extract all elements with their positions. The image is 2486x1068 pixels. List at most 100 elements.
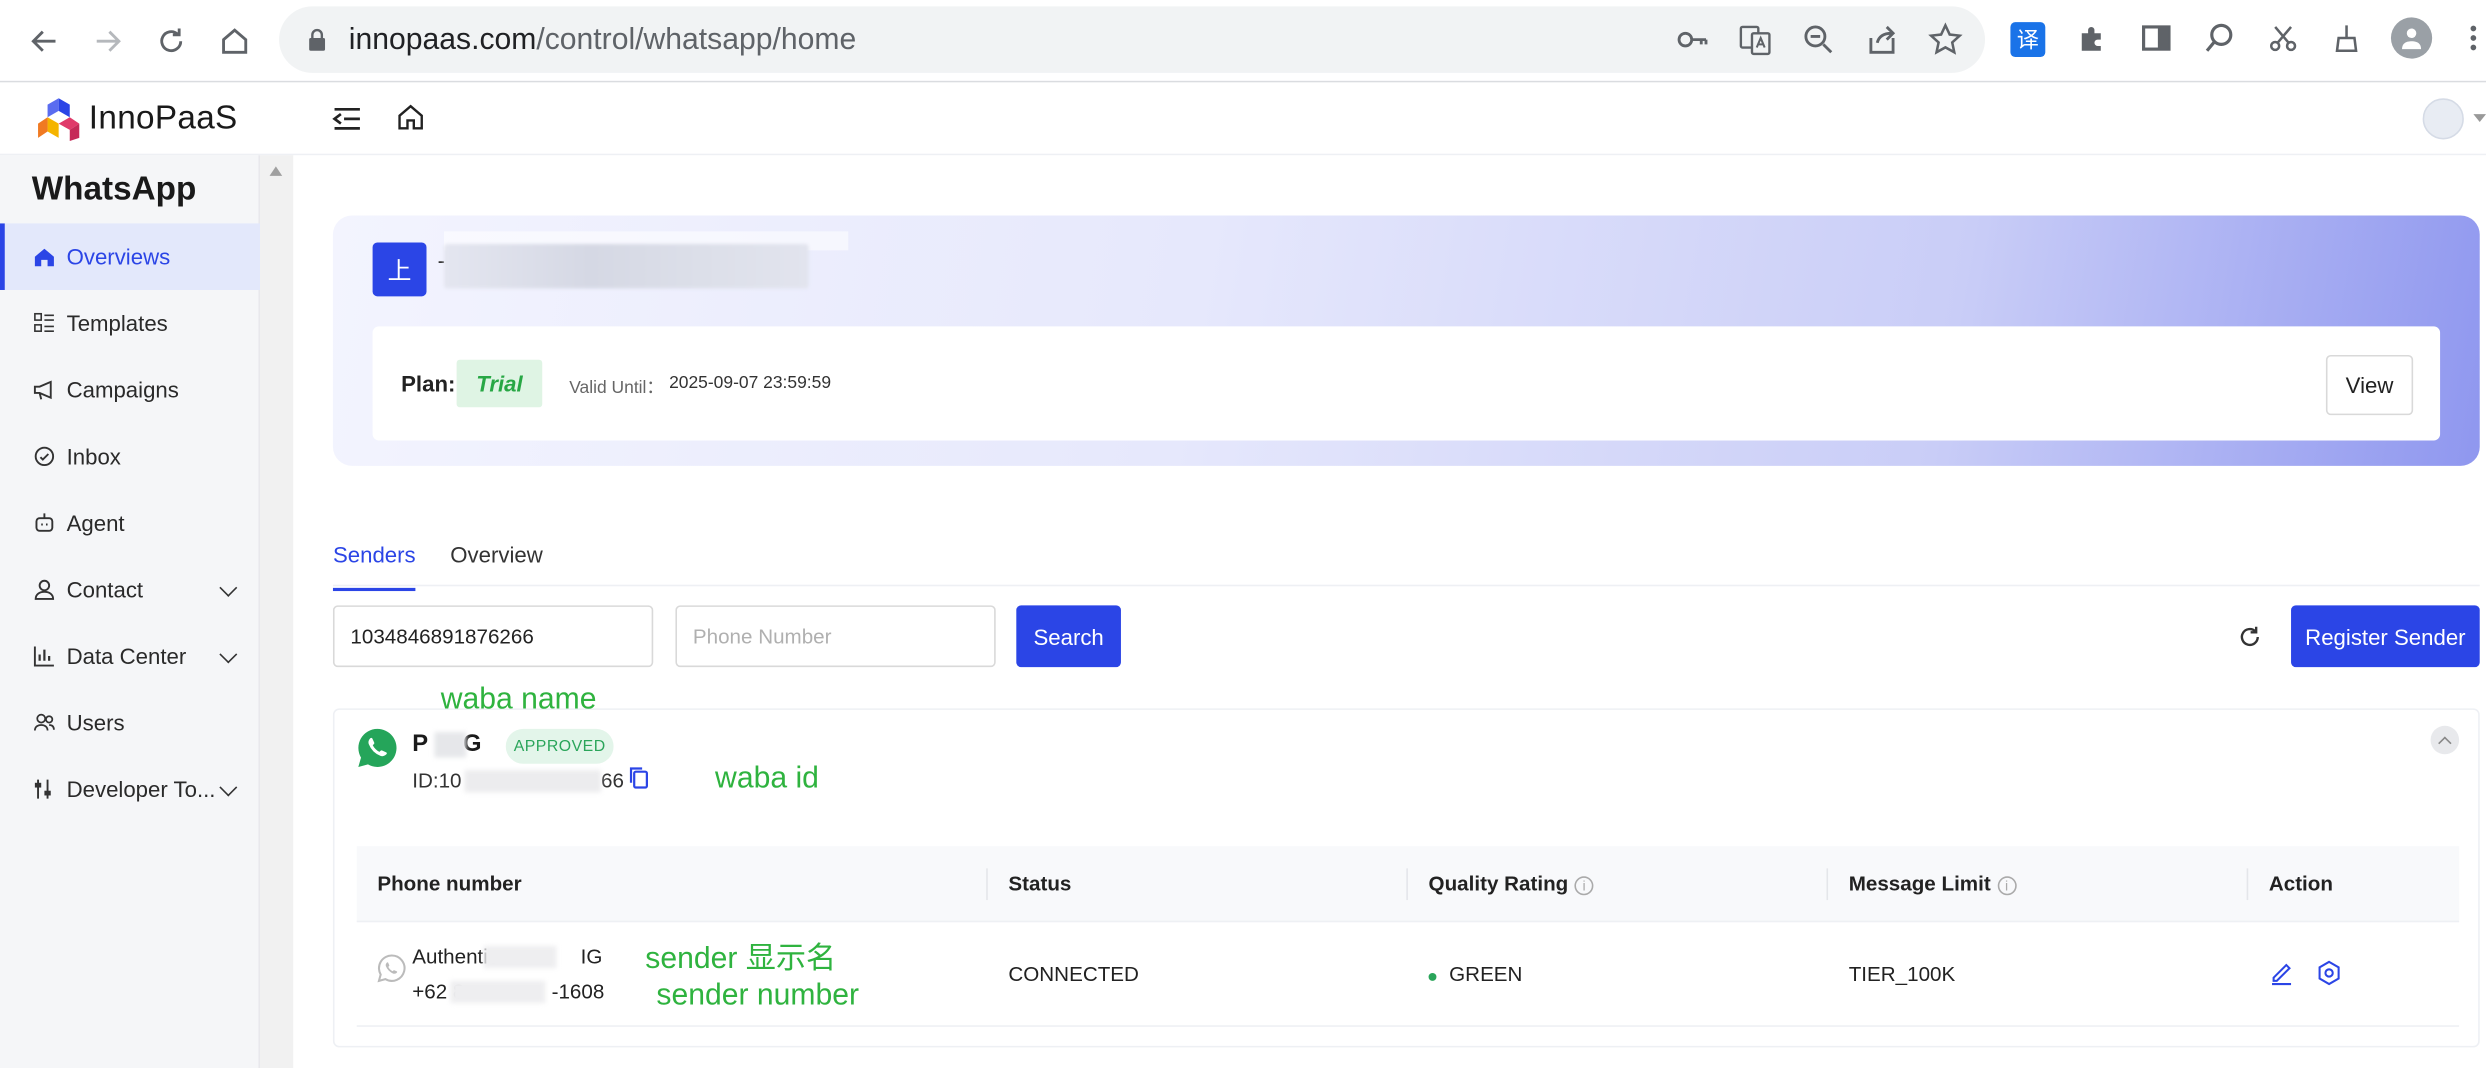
sidebar-item-overviews[interactable]: Overviews	[0, 223, 261, 290]
chevron-down-icon	[219, 778, 238, 797]
screen: innopaas.com/control/whatsapp/home 译 Inn…	[0, 0, 2486, 1068]
avatar[interactable]	[2422, 98, 2464, 140]
view-plan-button[interactable]: View	[2325, 354, 2414, 416]
side-panel-icon[interactable]	[2137, 19, 2175, 57]
sidebar-item-label: Contact	[66, 576, 144, 603]
copy-icon[interactable]	[628, 765, 650, 790]
org-avatar: 上	[372, 242, 427, 297]
collapse-card-button[interactable]	[2430, 725, 2460, 755]
sidebar-item-developer-tools[interactable]: Developer To...	[0, 756, 260, 823]
column-phone-number: Phone number	[377, 871, 522, 896]
logo-text: InnoPaaS	[88, 99, 238, 137]
chevron-down-icon	[219, 645, 238, 664]
translate-page-icon[interactable]	[1738, 22, 1773, 57]
search-button[interactable]: Search	[1016, 605, 1121, 668]
sidebar-item-label: Templates	[66, 310, 168, 336]
sidebar-item-label: Overviews	[66, 244, 171, 270]
share-icon[interactable]	[1865, 22, 1900, 57]
back-icon[interactable]	[19, 16, 70, 67]
sender-status: CONNECTED	[1008, 961, 1139, 986]
senders-table-header: Phone number Status Quality Rating i Mess…	[356, 846, 2460, 923]
sidebar-title: WhatsApp	[31, 171, 197, 208]
scissors-icon[interactable]	[2264, 19, 2302, 57]
extensions-puzzle-icon[interactable]	[2074, 19, 2112, 57]
tab-bar: Senders Overview	[332, 529, 2480, 592]
waba-name-redacted	[434, 732, 467, 758]
sidebar-item-agent[interactable]: Agent	[0, 490, 260, 557]
org-name-redacted	[443, 244, 809, 289]
sidebar-item-users[interactable]: Users	[0, 689, 260, 756]
sender-quality: GREEN	[1449, 961, 1523, 986]
waba-id-input[interactable]	[332, 605, 654, 668]
phone-number-redacted	[450, 980, 546, 1004]
avatar-dropdown-icon[interactable]	[2473, 114, 2486, 123]
menu-kebab-icon[interactable]	[2461, 19, 2486, 57]
search-lens-icon[interactable]	[2201, 19, 2239, 57]
sidebar-item-data-center[interactable]: Data Center	[0, 623, 260, 690]
megaphone-icon	[32, 377, 57, 402]
sidebar-item-inbox[interactable]: Inbox	[0, 423, 260, 490]
sidebar-item-campaigns[interactable]: Campaigns	[0, 357, 260, 424]
column-quality-rating: Quality Rating i	[1429, 872, 1594, 896]
edit-icon[interactable]	[2269, 960, 2294, 986]
annotation-sender-display: sender 显示名	[645, 942, 837, 977]
whatsapp-icon	[355, 726, 399, 770]
annotation-sender-number: sender number	[656, 979, 860, 1013]
zoom-out-icon[interactable]	[1801, 22, 1836, 57]
register-sender-button[interactable]: Register Sender	[2291, 605, 2480, 668]
browser-toolbar: innopaas.com/control/whatsapp/home 译	[0, 0, 2486, 83]
scroll-up-icon[interactable]	[269, 166, 283, 176]
lock-icon	[304, 27, 329, 52]
sidebar-item-label: Users	[66, 709, 125, 736]
refresh-icon[interactable]	[2237, 624, 2262, 649]
sidebar: WhatsApp Overviews Templates Campaigns I…	[0, 155, 261, 1068]
user-icon	[32, 577, 57, 602]
robot-icon	[32, 510, 57, 535]
quality-dot	[1428, 972, 1437, 981]
plan-badge: Trial	[456, 359, 543, 408]
annotation-waba-id: waba id	[715, 762, 819, 796]
sidebar-item-label: Campaigns	[66, 377, 179, 403]
settings-icon[interactable]	[2316, 960, 2341, 986]
tab-overview[interactable]: Overview	[450, 542, 543, 588]
chart-icon	[32, 643, 57, 668]
main-content: 上 - Plan: Trial Valid Until： 2025-09-07 …	[293, 155, 2486, 1068]
sender-message-limit: TIER_100K	[1848, 961, 1956, 986]
sidebar-item-label: Developer To...	[66, 776, 216, 802]
valid-until-value: 2025-09-07 23:59:59	[669, 373, 832, 393]
home-icon[interactable]	[395, 101, 430, 136]
forward-icon[interactable]	[82, 16, 133, 67]
annotation-waba-name: waba name	[440, 682, 597, 717]
status-badge: APPROVED	[505, 728, 614, 764]
profile-icon[interactable]	[2390, 17, 2433, 59]
translate-extension-icon[interactable]: 译	[2010, 22, 2046, 58]
phone-number-input[interactable]	[675, 605, 996, 668]
waba-card: PG APPROVED ID:10 66 Phone number Status …	[332, 708, 2480, 1048]
bookmark-star-icon[interactable]	[1928, 22, 1963, 57]
sidebar-item-contact[interactable]: Contact	[0, 556, 260, 623]
display-name-redacted	[483, 946, 557, 969]
broom-icon[interactable]	[2328, 19, 2366, 57]
home-page-icon[interactable]	[209, 16, 260, 67]
url-text: innopaas.com/control/whatsapp/home	[348, 23, 857, 58]
collapse-menu-icon[interactable]	[330, 101, 365, 136]
info-icon[interactable]: i	[1997, 876, 2017, 896]
plan-card: Plan: Trial Valid Until： 2025-09-07 23:5…	[372, 326, 2441, 441]
chevron-up-icon	[2438, 735, 2452, 750]
sidebar-item-label: Inbox	[66, 443, 121, 470]
column-divider	[1406, 868, 1408, 901]
info-icon[interactable]: i	[1574, 876, 1594, 896]
plan-label: Plan:	[401, 370, 456, 397]
sidebar-scrollbar[interactable]	[260, 155, 294, 1068]
developer-icon	[32, 776, 57, 801]
sidebar-item-templates[interactable]: Templates	[0, 290, 260, 357]
tab-senders[interactable]: Senders	[332, 542, 416, 592]
address-bar[interactable]: innopaas.com/control/whatsapp/home	[279, 6, 1986, 73]
app-header: InnoPaaS	[0, 82, 2486, 156]
column-divider	[986, 868, 988, 901]
column-divider	[2246, 868, 2249, 901]
innopaas-logo-icon	[35, 95, 83, 143]
key-icon[interactable]	[1674, 22, 1709, 57]
home-icon	[32, 244, 57, 269]
reload-icon[interactable]	[146, 16, 197, 67]
